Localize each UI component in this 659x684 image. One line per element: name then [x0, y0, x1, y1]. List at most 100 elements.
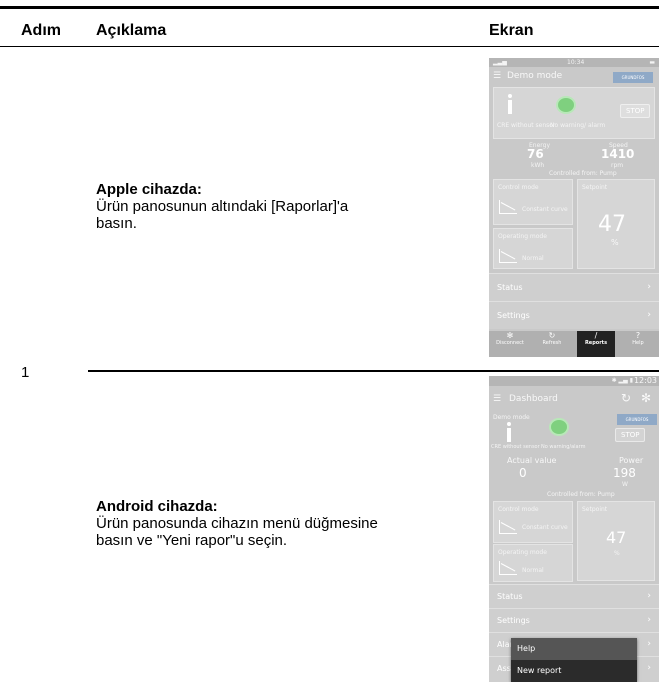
- grundfos-logo: GRUNDFOS: [613, 72, 653, 83]
- settings-label: Settings: [497, 311, 530, 320]
- operating-mode-label: Operating mode: [498, 549, 547, 556]
- energy-value: 76: [527, 147, 544, 161]
- tab-refresh-label: Refresh: [542, 340, 562, 346]
- android-time: 12:03: [633, 376, 657, 385]
- warning-label: No warning/ alarm: [550, 122, 606, 129]
- tab-disconnect-label: Disconnect: [496, 340, 524, 346]
- status-row[interactable]: Status ›: [489, 584, 659, 608]
- curve-icon: [499, 249, 517, 263]
- tab-reports[interactable]: / Reports: [577, 331, 615, 357]
- apple-instruction: Apple cihazda: Ürün panosunun altındaki …: [96, 181, 348, 232]
- power-unit: W: [622, 481, 628, 488]
- tab-help-label: Help: [632, 340, 644, 346]
- operating-mode-tile[interactable]: Operating mode Normal: [493, 228, 573, 269]
- power-label: Power: [619, 456, 644, 465]
- android-title: Dashboard: [509, 394, 558, 404]
- info-icon: [508, 94, 512, 114]
- apple-line-1: Ürün panosunun altındaki [Raporlar]'a: [96, 198, 349, 215]
- android-title: Android cihazda:: [96, 498, 218, 515]
- reports-icon: /: [594, 331, 598, 340]
- setpoint-label: Setpoint: [582, 184, 608, 191]
- ios-tab-bar: ✻ Disconnect ↻ Refresh / Reports ? Help: [489, 331, 659, 357]
- header-description: Açıklama: [96, 22, 167, 39]
- energy-unit: kWh: [531, 162, 545, 169]
- android-status-bar: ✱ ▂▄ ▮ 12:03: [489, 376, 659, 386]
- signal-icon: ▂▃▅: [493, 59, 507, 66]
- table-header-rule: [0, 46, 659, 47]
- pump-icon: [549, 418, 569, 436]
- setpoint-unit: %: [614, 550, 620, 557]
- chevron-right-icon: ›: [647, 282, 651, 292]
- control-mode-label: Control mode: [498, 506, 539, 513]
- operating-mode-tile[interactable]: Operating mode Normal: [493, 544, 573, 582]
- ios-time: 10:34: [567, 59, 585, 66]
- control-mode-tile[interactable]: Control mode Constant curve: [493, 501, 573, 543]
- battery-icon: ▬: [649, 59, 655, 66]
- setpoint-value: 47: [598, 212, 626, 237]
- setpoint-tile[interactable]: Setpoint 47 %: [577, 179, 655, 269]
- controlled-from: Controlled from: Pump: [549, 170, 617, 177]
- setpoint-unit: %: [611, 238, 619, 247]
- row-divider: [88, 370, 659, 372]
- operating-mode-label: Operating mode: [498, 233, 547, 240]
- ios-title: Demo mode: [507, 71, 563, 81]
- status-label: Status: [497, 283, 523, 292]
- settings-row[interactable]: Settings ›: [489, 608, 659, 632]
- speed-unit: rpm: [611, 162, 624, 169]
- android-instruction: Android cihazda: Ürün panosunda cihazın …: [96, 498, 378, 549]
- menu-item-new-report[interactable]: New report: [511, 660, 637, 682]
- grundfos-logo: GRUNDFOS: [617, 414, 657, 425]
- menu-item-help[interactable]: Help: [511, 638, 637, 660]
- menu-icon[interactable]: ☰: [493, 71, 501, 81]
- control-mode-label: Control mode: [498, 184, 539, 191]
- operating-mode-value: Normal: [522, 255, 544, 262]
- warning-label: No warning/alarm: [541, 444, 586, 450]
- settings-row[interactable]: Settings ›: [489, 301, 659, 329]
- tab-refresh[interactable]: ↻ Refresh: [531, 331, 573, 357]
- actual-value-label: Actual value: [507, 456, 557, 465]
- chevron-right-icon: ›: [647, 639, 651, 649]
- setpoint-value: 47: [606, 528, 627, 547]
- speed-value: 1410: [601, 147, 635, 161]
- info-icon: [507, 422, 511, 442]
- apple-line-2: basın.: [96, 215, 137, 232]
- stop-button[interactable]: STOP: [620, 104, 651, 118]
- refresh-icon: ↻: [548, 331, 556, 340]
- setpoint-tile[interactable]: Setpoint 47 %: [577, 501, 655, 581]
- header-step: Adım: [21, 22, 61, 39]
- stop-button[interactable]: STOP: [615, 428, 646, 442]
- operating-mode-value: Normal: [522, 567, 544, 574]
- chevron-right-icon: ›: [647, 615, 651, 625]
- tab-disconnect[interactable]: ✻ Disconnect: [489, 331, 531, 357]
- power-value: 198: [613, 466, 636, 480]
- menu-icon[interactable]: ☰: [493, 394, 501, 404]
- ios-screenshot: ▂▃▅ 10:34 ▬ ☰ Demo mode GRUNDFOS STOP CR…: [489, 58, 659, 357]
- disconnect-icon[interactable]: ✻: [641, 391, 651, 405]
- step-number: 1: [21, 364, 30, 381]
- refresh-icon[interactable]: ↻: [621, 391, 631, 405]
- android-line-2: basın ve "Yeni rapor"u seçin.: [96, 532, 288, 549]
- control-mode-tile[interactable]: Control mode Constant curve: [493, 179, 573, 225]
- control-curve-value: Constant curve: [522, 206, 568, 213]
- curve-icon: [499, 200, 517, 214]
- chevron-right-icon: ›: [647, 663, 651, 673]
- status-row[interactable]: Status ›: [489, 273, 659, 301]
- table-top-rule: [0, 6, 659, 9]
- chevron-right-icon: ›: [647, 310, 651, 320]
- help-icon: ?: [635, 331, 641, 340]
- curve-icon: [499, 520, 517, 534]
- tab-help[interactable]: ? Help: [617, 331, 659, 357]
- pump-icon: [556, 96, 576, 114]
- ios-status-panel: STOP CRE without sensor No warning/ alar…: [493, 87, 655, 139]
- controlled-from: Controlled from: Pump: [547, 491, 615, 498]
- disconnect-icon: ✻: [506, 331, 514, 340]
- tab-reports-label: Reports: [584, 340, 608, 346]
- demo-mode-label: Demo mode: [493, 414, 530, 421]
- chevron-right-icon: ›: [647, 591, 651, 601]
- ios-status-bar: ▂▃▅ 10:34 ▬: [489, 58, 659, 67]
- apple-title: Apple cihazda:: [96, 181, 202, 198]
- setpoint-label: Setpoint: [582, 506, 608, 513]
- android-screenshot: ✱ ▂▄ ▮ 12:03 ☰ Dashboard ↻ ✻ Demo mode G…: [489, 376, 659, 682]
- curve-icon: [499, 561, 517, 575]
- settings-label: Settings: [497, 616, 530, 625]
